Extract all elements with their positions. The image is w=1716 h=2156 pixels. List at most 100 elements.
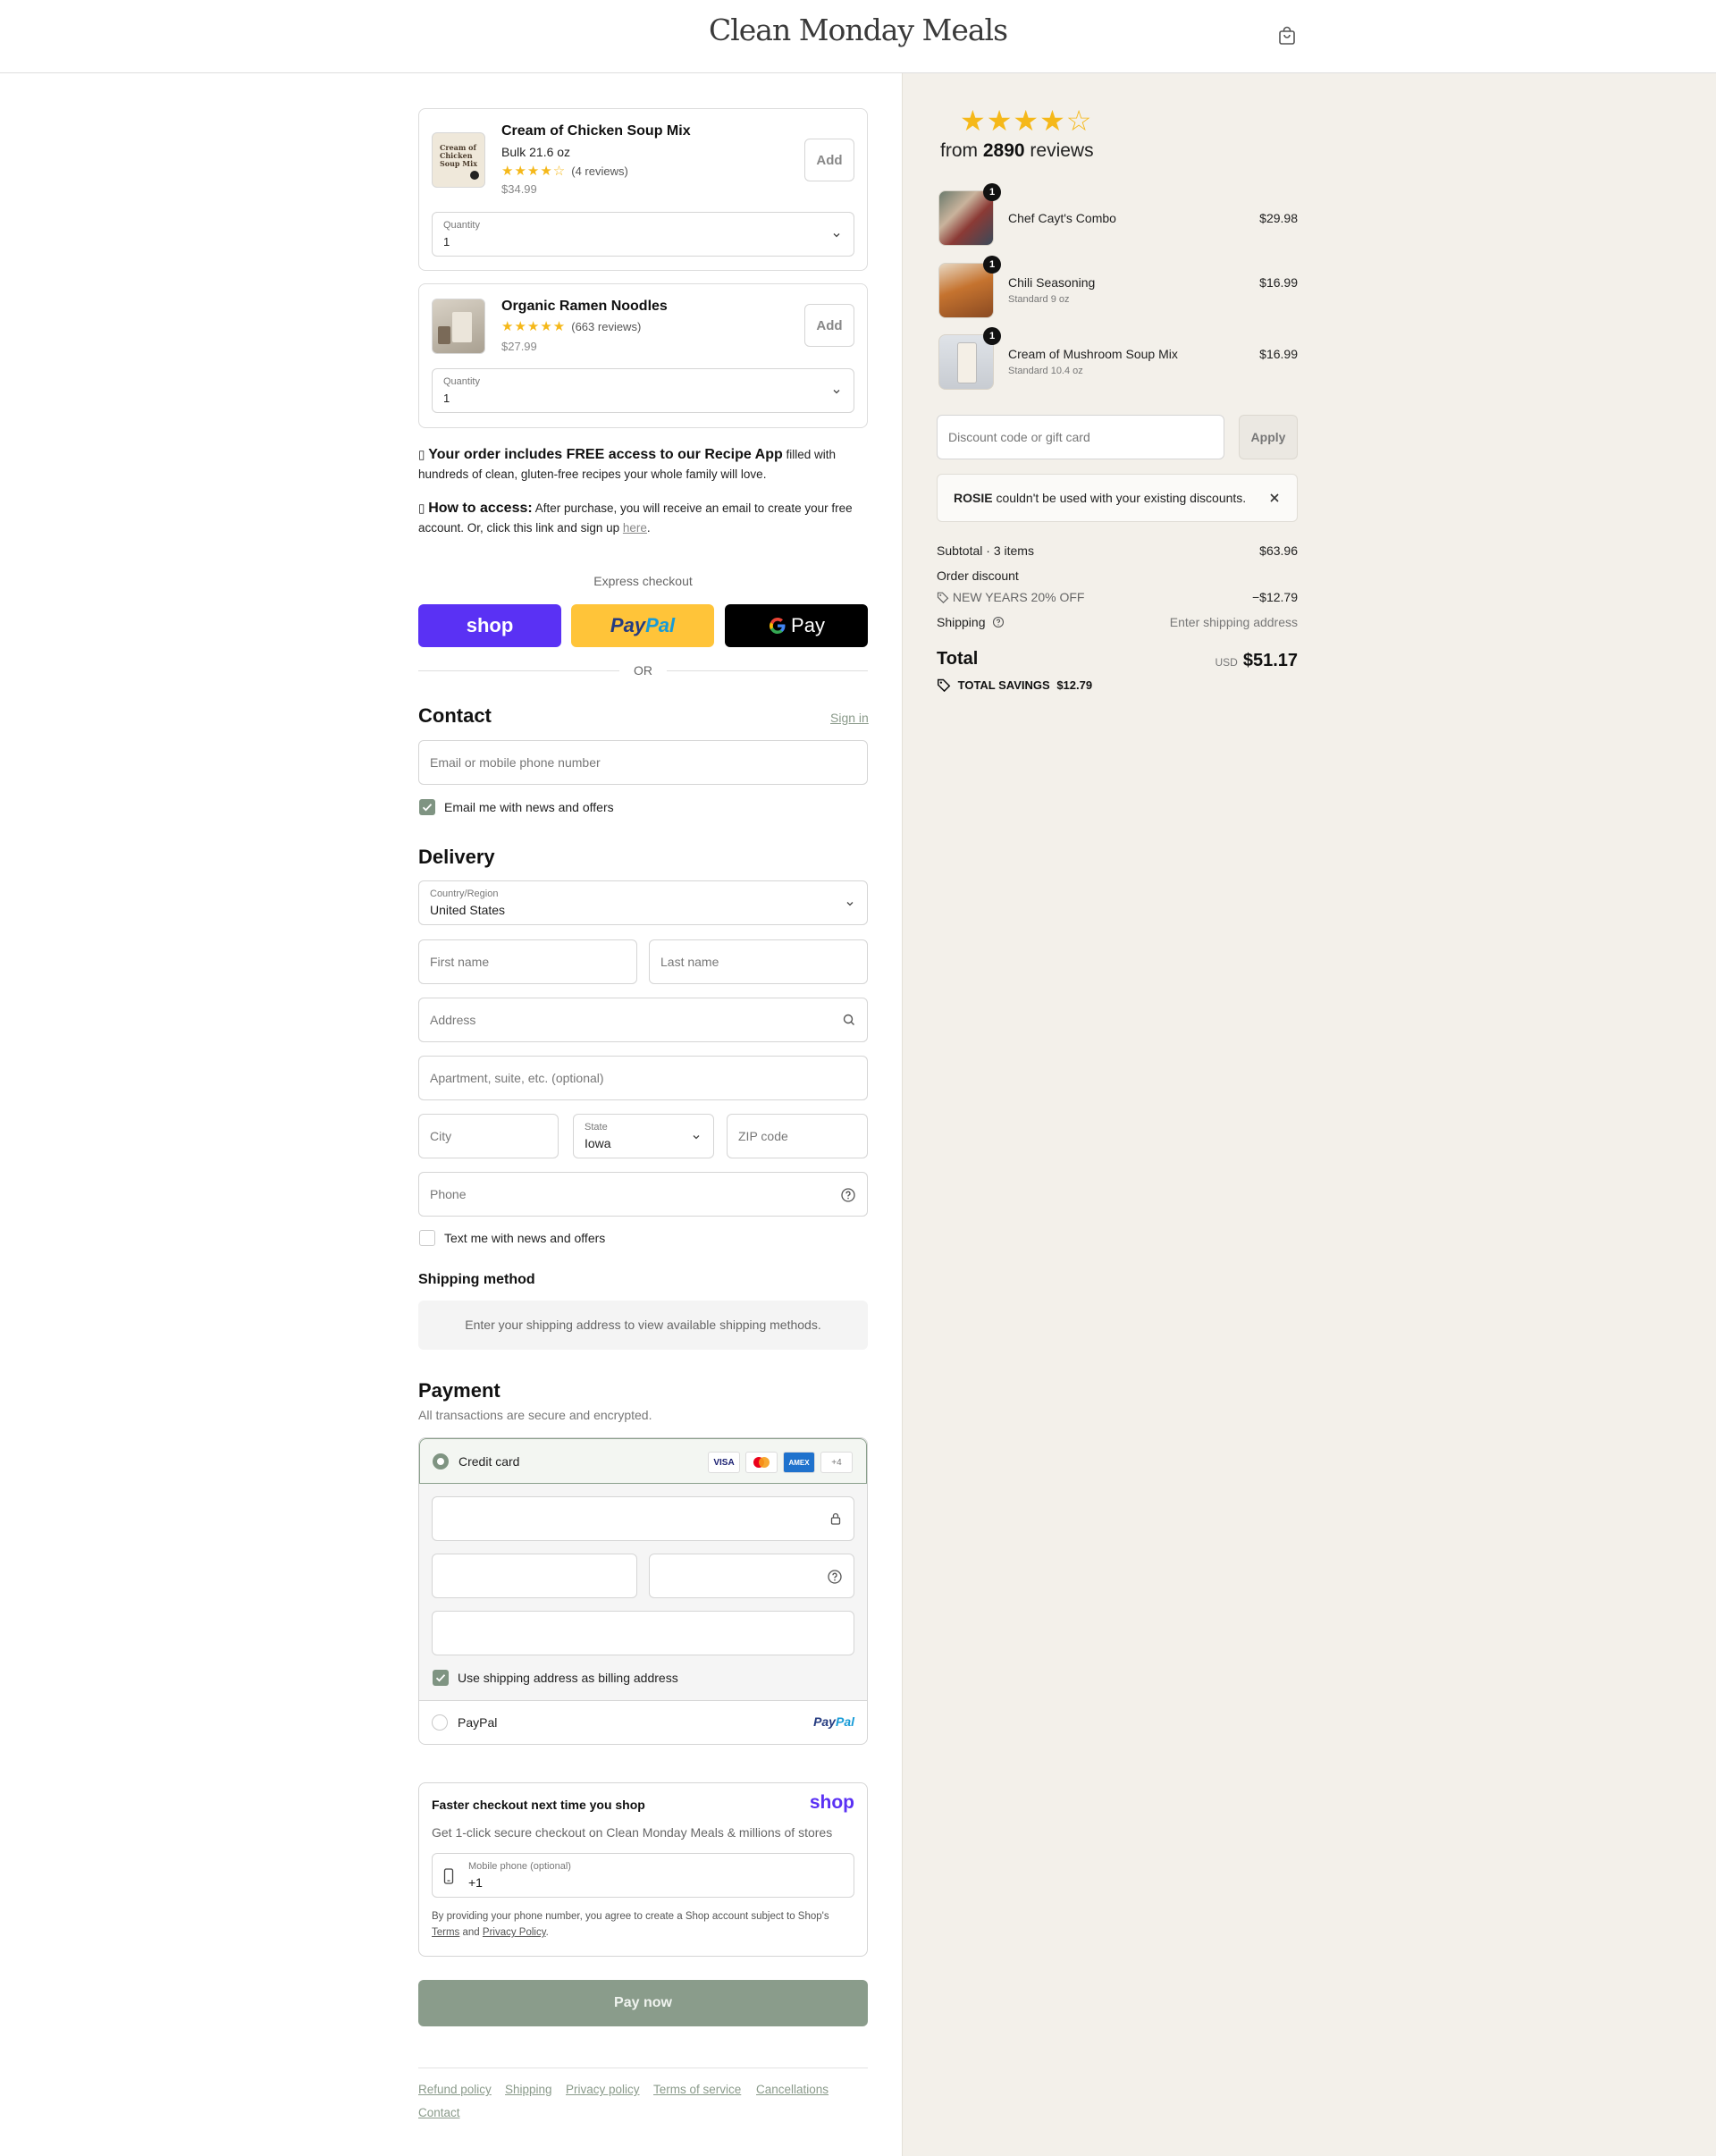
help-circle-icon[interactable] (992, 616, 1005, 628)
savings-value: $12.79 (1056, 678, 1093, 692)
email-news-checkbox[interactable] (419, 799, 435, 815)
phone-field[interactable]: Phone (418, 1172, 868, 1217)
quantity-label: Quantity (443, 376, 480, 387)
country-label: Country/Region (430, 889, 499, 899)
paypal-label: PayPal (458, 1715, 498, 1730)
header: Clean Monday Meals (0, 0, 1716, 73)
expiration-field[interactable] (432, 1554, 637, 1598)
card-number-field[interactable] (432, 1496, 854, 1541)
google-g-icon (770, 618, 786, 634)
item-price: $16.99 (1259, 347, 1298, 361)
item-name: Chili Seasoning (1008, 275, 1096, 290)
line-item: 1 Cream of Mushroom Soup Mix Standard 10… (937, 327, 1298, 392)
upsell-rating: ★★★★★ (663 reviews) (501, 318, 641, 334)
currency-code: USD (1215, 656, 1238, 669)
quantity-select[interactable]: Quantity 1 (432, 368, 854, 413)
email-news-label: Email me with news and offers (444, 800, 614, 814)
sign-in-link[interactable]: Sign in (830, 711, 869, 725)
cancellations-link[interactable]: Cancellations (756, 2083, 829, 2096)
quantity-select[interactable]: Quantity 1 (432, 212, 854, 257)
privacy-policy-link[interactable]: Privacy policy (566, 2083, 640, 2096)
country-select[interactable]: Country/Region United States (418, 880, 868, 925)
discount-warning-text: ROSIE couldn't be used with your existin… (954, 491, 1247, 505)
credit-card-radio[interactable] (433, 1453, 449, 1470)
delivery-heading: Delivery (418, 846, 495, 868)
email-field[interactable]: Email or mobile phone number (418, 740, 868, 785)
first-name-placeholder: First name (430, 955, 490, 969)
name-on-card-field[interactable] (432, 1611, 854, 1655)
upsell-price: $27.99 (501, 340, 537, 353)
shipping-value: Enter shipping address (1169, 615, 1298, 629)
discount-code-field[interactable]: Discount code or gift card (937, 415, 1224, 459)
country-value: United States (430, 903, 506, 917)
help-circle-icon[interactable] (840, 1187, 856, 1203)
upsell-title: Cream of Chicken Soup Mix (501, 123, 691, 139)
billing-same-checkbox[interactable] (433, 1670, 449, 1686)
paypal-button[interactable]: Pay Pal (571, 604, 714, 647)
quantity-label: Quantity (443, 220, 480, 231)
product-thumbnail (432, 299, 485, 354)
security-code-field[interactable] (649, 1554, 854, 1598)
signup-link[interactable]: here (623, 521, 647, 535)
google-pay-button[interactable]: Pay (725, 604, 868, 647)
terms-link[interactable]: Terms (432, 1927, 459, 1938)
state-value: Iowa (585, 1136, 611, 1150)
review-count: (663 reviews) (571, 319, 642, 333)
total-value: $51.17 (1242, 651, 1298, 670)
shipping-policy-link[interactable]: Shipping (505, 2083, 552, 2096)
text-news-label: Text me with news and offers (444, 1231, 606, 1245)
terms-of-service-link[interactable]: Terms of service (653, 2083, 741, 2096)
mobile-phone-field[interactable]: Mobile phone (optional) +1 (432, 1853, 854, 1898)
shop-pay-signup: Faster checkout next time you shop shop … (418, 1782, 868, 1957)
google-pay-label: Pay (791, 614, 825, 636)
add-upsell-button[interactable]: Add (804, 139, 854, 181)
zip-field[interactable]: ZIP code (727, 1114, 868, 1158)
item-name: Cream of Mushroom Soup Mix (1008, 347, 1178, 361)
shop-pay-subtitle: Get 1-click secure checkout on Clean Mon… (432, 1825, 833, 1840)
credit-card-form: Use shipping address as billing address (419, 1484, 867, 1700)
quantity-badge: 1 (983, 256, 1001, 274)
pay-now-button[interactable]: Pay now (418, 1980, 868, 2026)
quantity-badge: 1 (983, 183, 1001, 201)
address-field[interactable]: Address (418, 998, 868, 1042)
paypal-radio[interactable] (432, 1714, 448, 1731)
upsell-rating: ★★★★☆ (4 reviews) (501, 163, 628, 179)
phone-placeholder: Phone (430, 1187, 467, 1201)
total-value-group: USD $51.17 (1215, 651, 1298, 671)
text-news-checkbox[interactable] (419, 1230, 435, 1246)
order-discount-row: Order discount (937, 568, 1298, 583)
subtotal-label: Subtotal · 3 items (937, 543, 1034, 558)
discount-amount: −$12.79 (1252, 590, 1298, 604)
discount-warning: ROSIE couldn't be used with your existin… (937, 474, 1298, 522)
add-upsell-button[interactable]: Add (804, 304, 854, 347)
checkmark-icon (422, 804, 433, 812)
paypal-option[interactable]: PayPal PayPal (419, 1701, 867, 1744)
total-row: Total USD $51.17 (937, 649, 1298, 670)
shop-logo: shop (809, 1792, 854, 1813)
mobile-phone-label: Mobile phone (optional) (468, 1861, 571, 1872)
last-name-field[interactable]: Last name (649, 939, 868, 984)
shipping-label: Shipping (937, 615, 986, 629)
subtotal-row: Subtotal · 3 items $63.96 (937, 543, 1298, 558)
last-name-placeholder: Last name (660, 955, 719, 969)
apply-discount-button[interactable]: Apply (1239, 415, 1298, 459)
credit-card-option[interactable]: Credit card VISA AMEX +4 (419, 1438, 867, 1484)
state-label: State (585, 1122, 608, 1133)
credit-card-label: Credit card (458, 1454, 520, 1469)
shop-pay-button[interactable]: shop (418, 604, 561, 647)
quantity-value: 1 (443, 235, 450, 248)
apartment-field[interactable]: Apartment, suite, etc. (optional) (418, 1056, 868, 1100)
billing-same-label: Use shipping address as billing address (458, 1671, 678, 1685)
privacy-link[interactable]: Privacy Policy (483, 1927, 546, 1938)
brand-logo[interactable]: Clean Monday Meals (0, 13, 1716, 47)
shopping-bag-icon[interactable] (1276, 25, 1298, 46)
refund-policy-link[interactable]: Refund policy (418, 2083, 492, 2096)
contact-link[interactable]: Contact (418, 2106, 460, 2119)
first-name-field[interactable]: First name (418, 939, 637, 984)
upsell-card: Organic Ramen Noodles ★★★★★ (663 reviews… (418, 283, 868, 428)
close-icon[interactable] (1268, 492, 1281, 504)
city-field[interactable]: City (418, 1114, 559, 1158)
state-select[interactable]: State Iowa (573, 1114, 714, 1158)
help-circle-icon[interactable] (827, 1569, 843, 1585)
order-discount-label: Order discount (937, 568, 1019, 583)
